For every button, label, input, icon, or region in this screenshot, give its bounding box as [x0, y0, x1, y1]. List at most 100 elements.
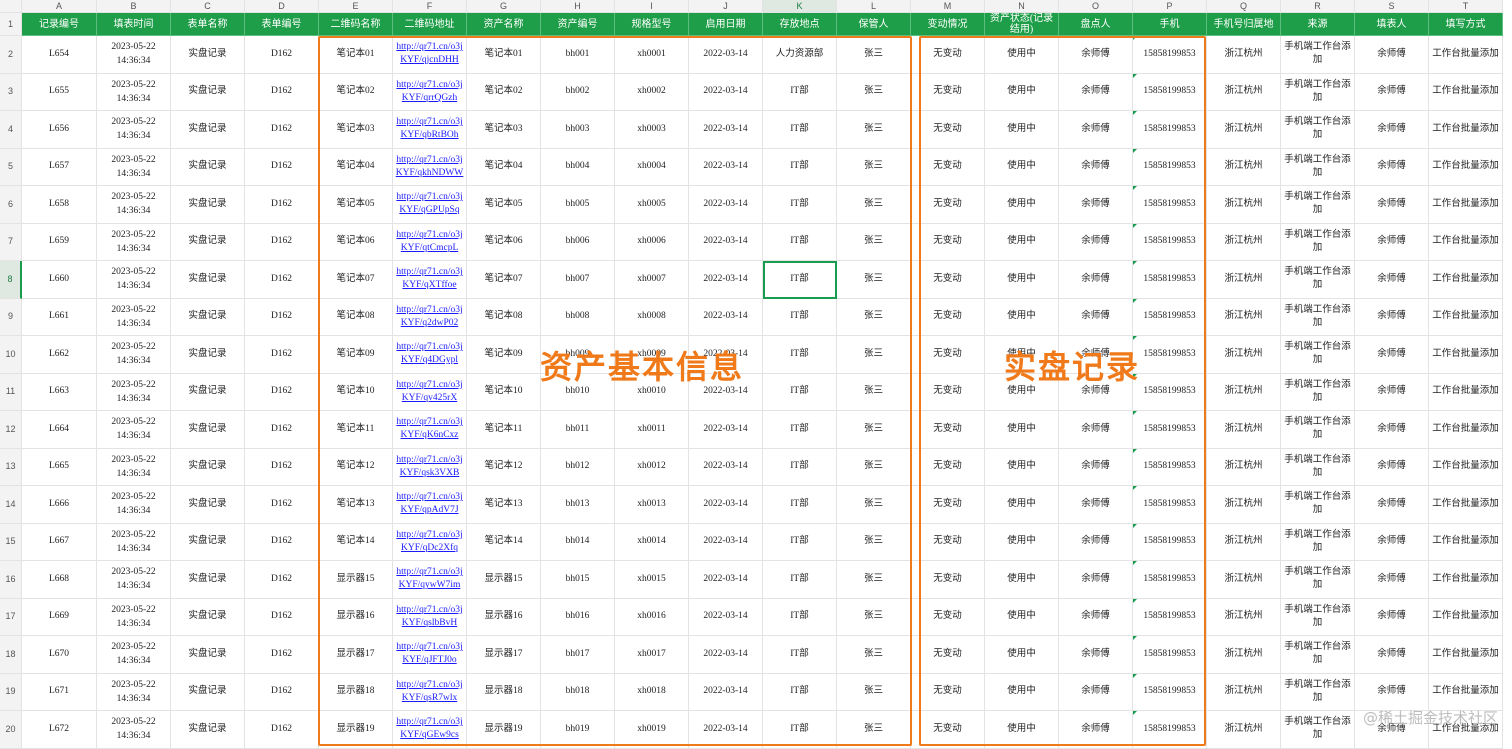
cell-t16[interactable]: 工作台批量添加 [1429, 561, 1503, 599]
cell-r20[interactable]: 手机端工作台添加 [1281, 711, 1355, 749]
cell-i11[interactable]: xh0010 [615, 373, 689, 411]
cell-i16[interactable]: xh0015 [615, 561, 689, 599]
cell-i13[interactable]: xh0012 [615, 448, 689, 486]
cell-q16[interactable]: 浙江杭州 [1207, 561, 1281, 599]
cell-b18[interactable]: 2023-05-22 14:36:34 [97, 636, 171, 674]
cell-q19[interactable]: 浙江杭州 [1207, 673, 1281, 711]
cell-n18[interactable]: 使用中 [985, 636, 1059, 674]
cell-e16[interactable]: 显示器15 [319, 561, 393, 599]
cell-m19[interactable]: 无变动 [911, 673, 985, 711]
cell-a9[interactable]: L661 [22, 298, 97, 336]
column-header-m[interactable]: M [911, 0, 985, 13]
field-header-p[interactable]: 手机 [1133, 13, 1207, 36]
cell-n14[interactable]: 使用中 [985, 486, 1059, 524]
cell-g15[interactable]: 笔记本14 [467, 523, 541, 561]
cell-a12[interactable]: L664 [22, 411, 97, 449]
qr-link[interactable]: http://qr71.cn/o3jKYF/q4DGypl [395, 341, 464, 367]
row-header-3[interactable]: 3 [0, 73, 22, 111]
cell-p18[interactable]: 15858199853 [1133, 636, 1207, 674]
cell-a10[interactable]: L662 [22, 336, 97, 374]
qr-link[interactable]: http://qr71.cn/o3jKYF/qkhNDWW [395, 154, 464, 180]
cell-q9[interactable]: 浙江杭州 [1207, 298, 1281, 336]
qr-link[interactable]: http://qr71.cn/o3jKYF/qGPUpSq [395, 191, 464, 217]
cell-d8[interactable]: D162 [245, 261, 319, 299]
cell-n9[interactable]: 使用中 [985, 298, 1059, 336]
cell-s6[interactable]: 余师傅 [1355, 186, 1429, 224]
cell-i3[interactable]: xh0002 [615, 73, 689, 111]
cell-n8[interactable]: 使用中 [985, 261, 1059, 299]
qr-link[interactable]: http://qr71.cn/o3jKYF/qpAdV7J [395, 491, 464, 517]
cell-n4[interactable]: 使用中 [985, 111, 1059, 149]
field-header-e[interactable]: 二维码名称 [319, 13, 393, 36]
cell-f3[interactable]: http://qr71.cn/o3jKYF/qrrQGzh [393, 73, 467, 111]
cell-i8[interactable]: xh0007 [615, 261, 689, 299]
cell-d2[interactable]: D162 [245, 36, 319, 74]
row-header-9[interactable]: 9 [0, 298, 22, 336]
cell-m6[interactable]: 无变动 [911, 186, 985, 224]
cell-k3[interactable]: IT部 [763, 73, 837, 111]
cell-g18[interactable]: 显示器17 [467, 636, 541, 674]
cell-b4[interactable]: 2023-05-22 14:36:34 [97, 111, 171, 149]
cell-r16[interactable]: 手机端工作台添加 [1281, 561, 1355, 599]
column-header-f[interactable]: F [393, 0, 467, 13]
field-header-m[interactable]: 变动情况 [911, 13, 985, 36]
cell-f18[interactable]: http://qr71.cn/o3jKYF/qJFTJ0o [393, 636, 467, 674]
cell-s17[interactable]: 余师傅 [1355, 598, 1429, 636]
cell-r9[interactable]: 手机端工作台添加 [1281, 298, 1355, 336]
cell-p2[interactable]: 15858199853 [1133, 36, 1207, 74]
cell-f12[interactable]: http://qr71.cn/o3jKYF/qK6nCxz [393, 411, 467, 449]
cell-q18[interactable]: 浙江杭州 [1207, 636, 1281, 674]
cell-m14[interactable]: 无变动 [911, 486, 985, 524]
cell-p10[interactable]: 15858199853 [1133, 336, 1207, 374]
cell-t19[interactable]: 工作台批量添加 [1429, 673, 1503, 711]
cell-h9[interactable]: bh008 [541, 298, 615, 336]
cell-s15[interactable]: 余师傅 [1355, 523, 1429, 561]
cell-d10[interactable]: D162 [245, 336, 319, 374]
qr-link[interactable]: http://qr71.cn/o3jKYF/qywW7im [395, 566, 464, 592]
cell-h14[interactable]: bh013 [541, 486, 615, 524]
cell-r6[interactable]: 手机端工作台添加 [1281, 186, 1355, 224]
cell-f16[interactable]: http://qr71.cn/o3jKYF/qywW7im [393, 561, 467, 599]
cell-g10[interactable]: 笔记本09 [467, 336, 541, 374]
cell-g2[interactable]: 笔记本01 [467, 36, 541, 74]
cell-t8[interactable]: 工作台批量添加 [1429, 261, 1503, 299]
cell-c12[interactable]: 实盘记录 [171, 411, 245, 449]
cell-k12[interactable]: IT部 [763, 411, 837, 449]
cell-o15[interactable]: 余师傅 [1059, 523, 1133, 561]
field-header-j[interactable]: 启用日期 [689, 13, 763, 36]
cell-k17[interactable]: IT部 [763, 598, 837, 636]
cell-c18[interactable]: 实盘记录 [171, 636, 245, 674]
cell-l20[interactable]: 张三 [837, 711, 911, 749]
cell-i2[interactable]: xh0001 [615, 36, 689, 74]
cell-i15[interactable]: xh0014 [615, 523, 689, 561]
cell-n10[interactable]: 使用中 [985, 336, 1059, 374]
cell-b17[interactable]: 2023-05-22 14:36:34 [97, 598, 171, 636]
row-header-18[interactable]: 18 [0, 636, 22, 674]
cell-m13[interactable]: 无变动 [911, 448, 985, 486]
cell-o16[interactable]: 余师傅 [1059, 561, 1133, 599]
cell-f7[interactable]: http://qr71.cn/o3jKYF/qtCmcpL [393, 223, 467, 261]
row-header-8[interactable]: 8 [0, 261, 22, 299]
cell-j4[interactable]: 2022-03-14 [689, 111, 763, 149]
cell-j3[interactable]: 2022-03-14 [689, 73, 763, 111]
cell-p14[interactable]: 15858199853 [1133, 486, 1207, 524]
cell-c17[interactable]: 实盘记录 [171, 598, 245, 636]
cell-a20[interactable]: L672 [22, 711, 97, 749]
cell-f13[interactable]: http://qr71.cn/o3jKYF/qsk3VXB [393, 448, 467, 486]
cell-q5[interactable]: 浙江杭州 [1207, 148, 1281, 186]
cell-q10[interactable]: 浙江杭州 [1207, 336, 1281, 374]
cell-i7[interactable]: xh0006 [615, 223, 689, 261]
field-header-i[interactable]: 规格型号 [615, 13, 689, 36]
cell-t9[interactable]: 工作台批量添加 [1429, 298, 1503, 336]
cell-t2[interactable]: 工作台批量添加 [1429, 36, 1503, 74]
qr-link[interactable]: http://qr71.cn/o3jKYF/qGEw9cs [395, 716, 464, 742]
cell-t7[interactable]: 工作台批量添加 [1429, 223, 1503, 261]
cell-q4[interactable]: 浙江杭州 [1207, 111, 1281, 149]
row-header-17[interactable]: 17 [0, 598, 22, 636]
qr-link[interactable]: http://qr71.cn/o3jKYF/qslbBvH [395, 604, 464, 630]
cell-k4[interactable]: IT部 [763, 111, 837, 149]
cell-e7[interactable]: 笔记本06 [319, 223, 393, 261]
cell-c8[interactable]: 实盘记录 [171, 261, 245, 299]
column-header-q[interactable]: Q [1207, 0, 1281, 13]
cell-n5[interactable]: 使用中 [985, 148, 1059, 186]
